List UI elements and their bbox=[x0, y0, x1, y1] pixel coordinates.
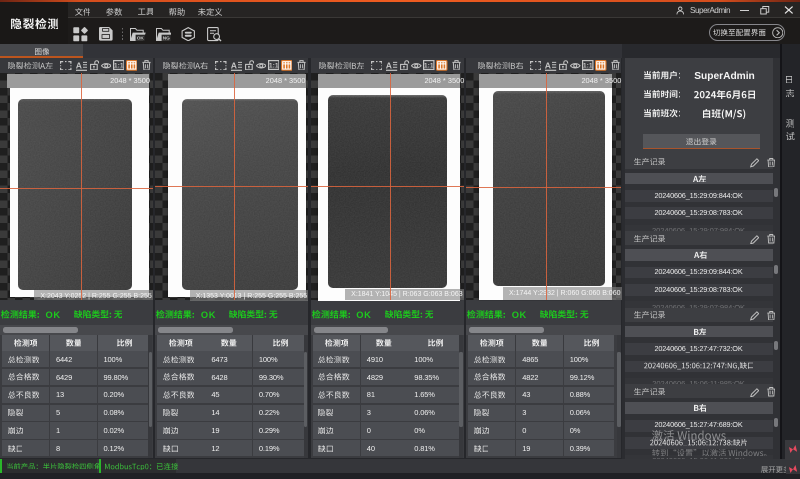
svg-text:A: A bbox=[545, 61, 551, 71]
svg-text:1:1: 1:1 bbox=[113, 63, 123, 70]
svg-text:1:1: 1:1 bbox=[583, 63, 593, 70]
svg-text:NG: NG bbox=[162, 35, 169, 41]
svg-text:A: A bbox=[231, 61, 237, 71]
svg-text:1:1: 1:1 bbox=[269, 63, 279, 70]
svg-text:A: A bbox=[386, 61, 392, 71]
svg-text:1:1: 1:1 bbox=[424, 63, 434, 70]
svg-text:OK: OK bbox=[137, 35, 145, 41]
svg-text:A: A bbox=[76, 61, 82, 71]
